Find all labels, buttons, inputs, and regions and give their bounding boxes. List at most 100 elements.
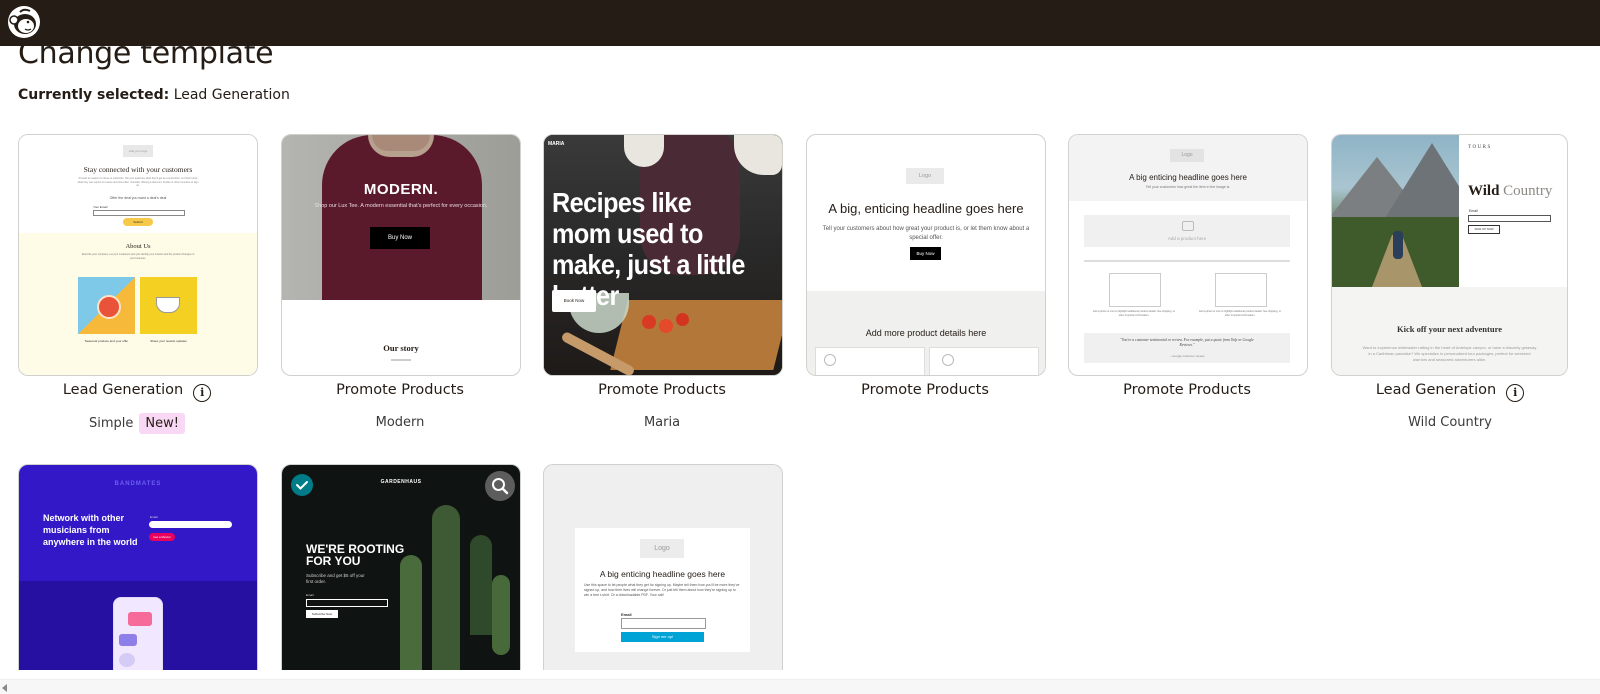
magnify-preview-icon[interactable] [485,471,515,501]
preview-hero-tshirt-image [282,135,520,300]
preview-phone-mockup [113,597,163,670]
template-category-label: Promote Products [336,382,464,398]
template-card-bandmates[interactable]: BANDMATES Network with other musicians f… [18,464,258,670]
preview-card1-title: Seasonal produce and your offer [84,339,129,343]
preview-body: Tell your customers how great the item i… [1145,185,1231,189]
scroll-left-arrow-icon[interactable] [2,684,7,692]
preview-header-section: Add your logo Stay connected with your c… [19,135,257,233]
preview-headline: WE'RE ROOTING FOR YOU [306,542,405,568]
preview-divider [1084,260,1290,262]
preview-product-box: Add a product here [1084,215,1290,247]
preview-testimonial-box: "You're a customer testimonial or review… [1084,333,1290,363]
preview-book-button: Book Now [552,290,596,312]
preview-brand: MARIA [548,141,565,147]
preview-buy-button: Buy Now [910,247,941,260]
template-name-text: Simple [89,416,134,431]
preview-card2-title: Share your newest updates [150,339,187,343]
preview-headline: Wild Country [1468,183,1552,200]
preview-citrus-image [78,277,135,334]
preview-email-input [306,599,388,607]
preview-email-input [93,210,185,216]
preview-field-label: Email [150,515,158,519]
preview-signup-button: Sign me up! [621,632,704,642]
preview-body: Subscribe and get $5 off your first orde… [306,573,365,584]
template-card-lead-generation-simple[interactable]: Add your logo Stay connected with your c… [18,134,258,376]
preview-mentor-button: Get a Mentor [149,533,175,541]
preview-body: Provide an reason for these to subscribe… [77,177,199,187]
preview-details-title: Add more product details here [865,328,987,338]
preview-section-title: Our story [383,343,419,353]
preview-email-input [1468,215,1551,222]
template-category-text: Lead Generation [1375,382,1497,398]
preview-body: Use this space to let people what they g… [584,583,740,597]
preview-body: Tell your customers about how great your… [822,226,1030,241]
template-card-promote-products-maria[interactable]: MARIA Recipes like mom used to make, jus… [543,134,783,376]
preview-section-title: Kick off your next adventure [1397,324,1502,334]
template-card-promote-products-modern[interactable]: MODERN. Shop our Lux Tee. A modern essen… [281,134,521,376]
template-card-lead-generation-wild-country[interactable]: TOURS Wild Country Email SIGN UP NOW Kic… [1331,134,1568,376]
preview-signup-button: SIGN UP NOW [1468,225,1500,234]
preview-email-input [149,521,232,528]
template-name-label: Wild Country [1408,415,1492,430]
template-card-promote-products-headline[interactable]: Logo A big, enticing headline goes here … [806,134,1046,376]
preview-field-label: Email [306,593,314,597]
preview-product-box-right [929,347,1039,375]
preview-logo-placeholder: Logo [640,539,684,558]
preview-testimonial-quote: "You're a customer testimonial or review… [1120,338,1254,347]
preview-about-body: Describe your company. Let your customer… [81,253,195,260]
preview-testimonial-author: – Google customer review [1169,354,1205,358]
template-card-signup-form[interactable]: Logo A big enticing headline goes here U… [543,464,783,670]
preview-brand: BANDMATES [114,481,162,487]
preview-brand: TOURS [1468,145,1492,150]
template-name-label: Simple New! [18,413,256,434]
preview-about-title: About Us [125,243,151,250]
preview-email-input [621,618,706,629]
currently-selected-value: Lead Generation [173,87,290,103]
preview-body: Want to experience whitewater rafting in… [1362,345,1537,362]
preview-image-placeholder-left [1109,273,1161,307]
template-category-label: Promote Products [598,382,726,398]
preview-about-section: About Us Describe your company. Let your… [19,233,257,375]
preview-column-left-text: Add a photo or icon to highlight additio… [1092,310,1176,317]
preview-headline: A big enticing headline goes here [599,569,726,579]
preview-cactus-image [392,485,520,670]
preview-headline-a: Wild [1468,183,1500,199]
preview-headline: A big, enticing headline goes here [828,201,1024,216]
preview-logo-placeholder: Logo [1170,149,1204,162]
template-card-promote-products-grid[interactable]: Logo A big enticing headline goes here T… [1068,134,1308,376]
info-icon[interactable]: i [193,384,212,402]
preview-mountain-image [1332,135,1459,287]
preview-headline: Stay connected with your customers [83,165,193,174]
template-name-label: Modern [375,415,425,430]
preview-field-label: Your Email [93,205,108,209]
preview-headline: Network with other musicians from anywhe… [43,513,138,547]
preview-header-section [1069,135,1307,201]
preview-divider [391,359,411,361]
currently-selected-text: Currently selected: Lead Generation [18,87,290,103]
preview-field-label: Email [621,612,632,617]
preview-headline: A big enticing headline goes here [1129,173,1247,182]
horizontal-scrollbar[interactable] [0,679,1600,694]
currently-selected-label: Currently selected: [18,87,170,103]
preview-submit-button: Submit [123,218,153,226]
mailchimp-logo-icon[interactable] [6,4,42,40]
preview-logo-placeholder: Add your logo [123,145,153,157]
preview-image-placeholder-right [1215,273,1267,307]
template-category-label: Promote Products [1123,382,1251,398]
template-category-label: Lead Generation i [18,382,256,402]
preview-tagline: Shop our Lux Tee. A modern essential tha… [314,203,488,209]
new-badge: New! [139,413,185,434]
preview-tea-image [140,277,197,334]
template-card-gardenhaus[interactable]: GARDENHAUS WE'RE ROOTING FOR YOU Subscri… [281,464,521,670]
preview-offer: Offer the deal you want a deal's deal [109,196,167,200]
preview-product-box-left [815,347,925,375]
preview-buy-button: Buy Now [370,227,430,249]
template-name-label: Maria [643,415,681,430]
preview-column-right-text: Add a photo or icon to highlight additio… [1198,310,1282,317]
preview-field-label: Email [1469,209,1478,213]
preview-logo-placeholder: Logo [906,168,944,184]
preview-product-label: Add a product here [1167,236,1207,241]
selected-check-icon [291,474,313,496]
info-icon[interactable]: i [1506,384,1525,402]
preview-subscribe-button: Subscribe Now [306,610,338,618]
